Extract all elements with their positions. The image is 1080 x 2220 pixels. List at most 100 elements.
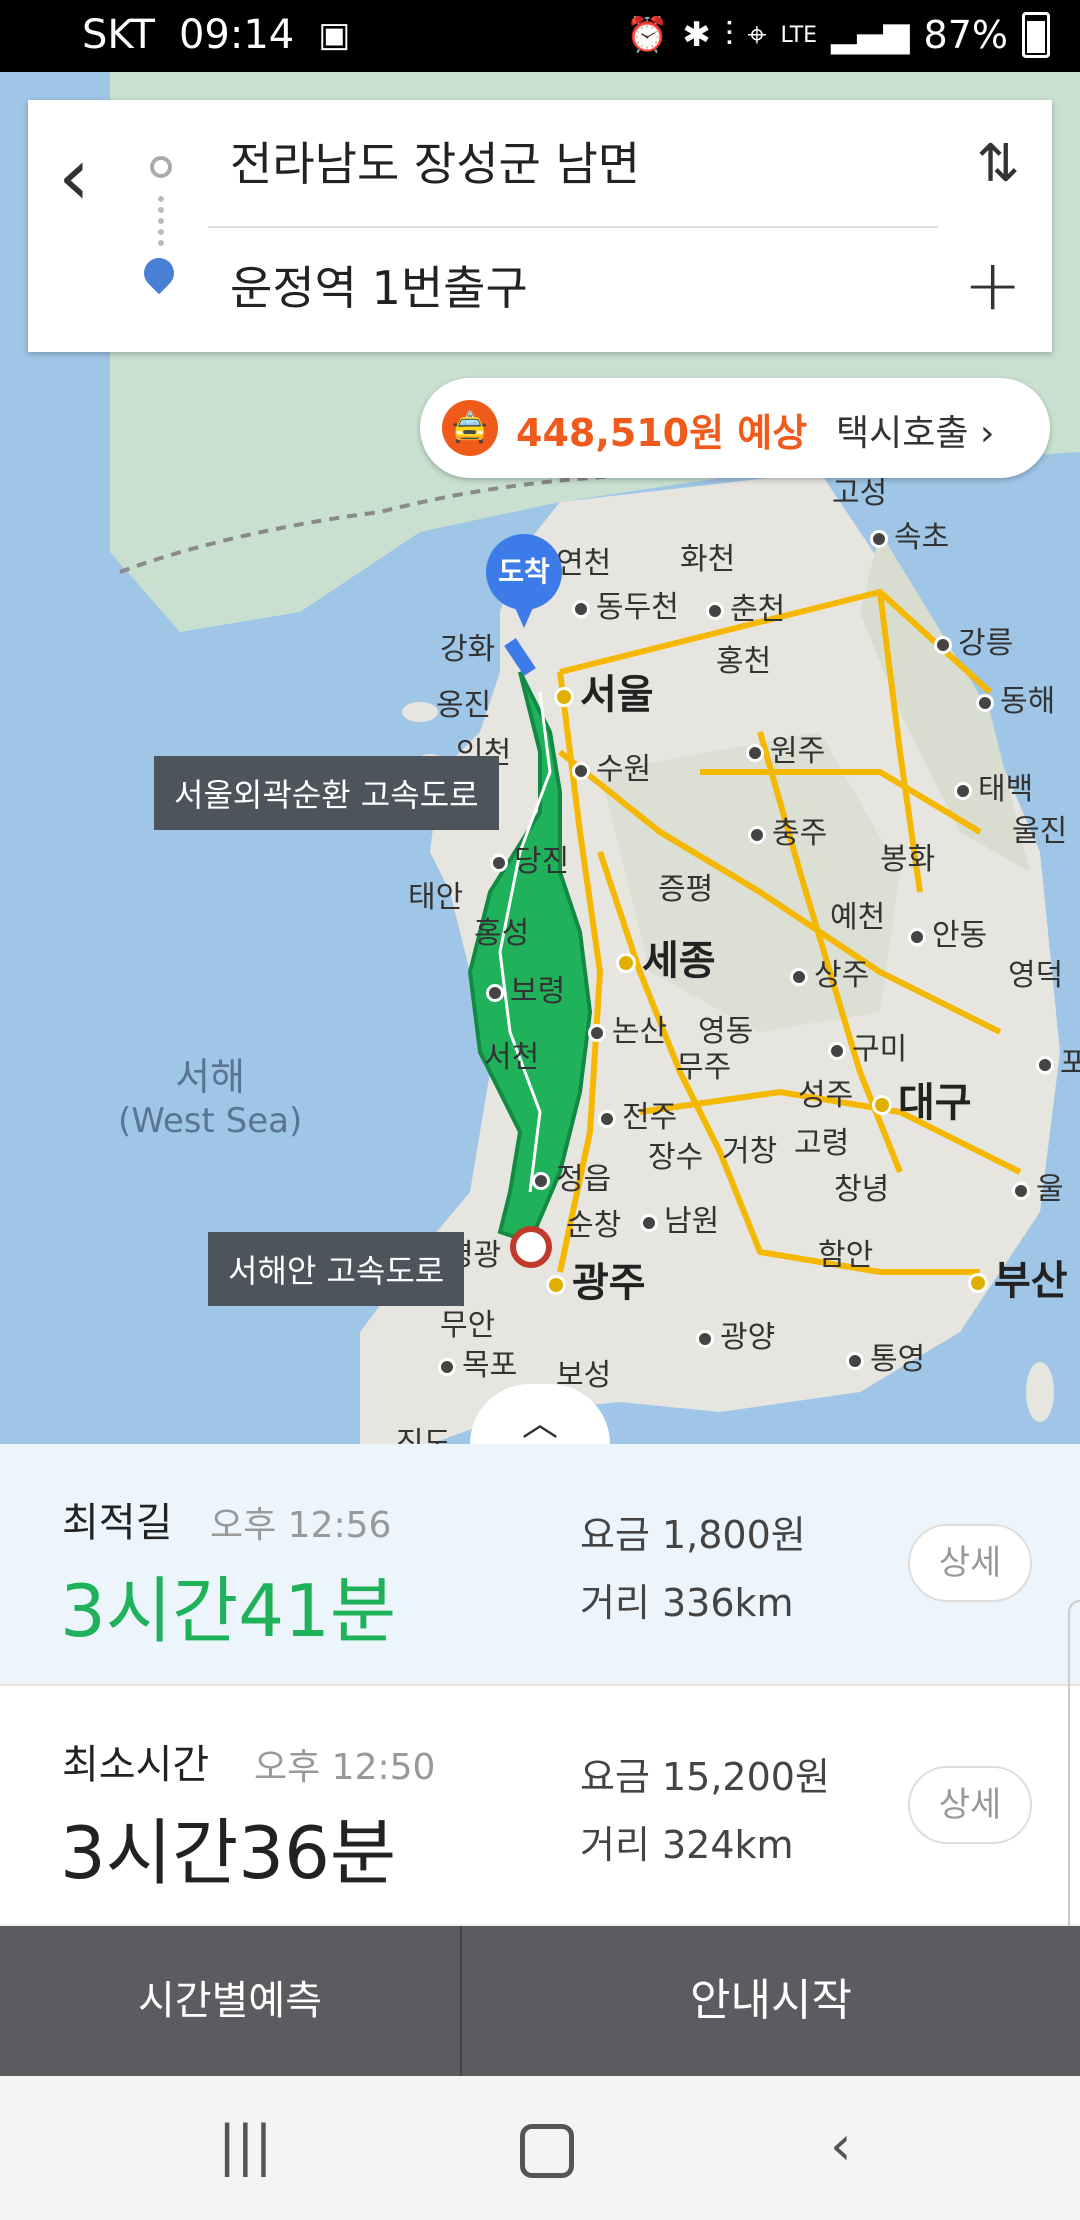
city-nonsan: 논산 (588, 1006, 667, 1050)
city-ulsan: 울 (1012, 1164, 1064, 1208)
city-haman: 함안 (818, 1238, 874, 1273)
city-sejong: 세종 (616, 928, 716, 986)
chevron-left-icon: ‹ (58, 130, 90, 223)
origin-marker[interactable] (510, 1226, 552, 1268)
city-sunchang: 순창 (566, 1208, 622, 1243)
city-muan: 무안 (440, 1308, 496, 1343)
pin-tail (508, 592, 540, 628)
swap-arrows-icon: ⇅ (976, 134, 1020, 194)
city-seocheon: 서천 (484, 1040, 540, 1075)
city-andong: 안동 (908, 910, 987, 954)
destination-field[interactable]: 운정역 1번출구 (230, 252, 528, 318)
chevron-up-icon: ︿ (521, 1403, 558, 1444)
city-busan: 부산 (968, 1248, 1068, 1306)
vibrate-icon: ⫶ (724, 15, 734, 55)
destination-pin-icon (137, 251, 181, 295)
city-sokcho: 속초 (870, 512, 949, 556)
city-donghae: 동해 (976, 676, 1055, 720)
recent-apps-icon[interactable]: ||| (218, 2114, 273, 2177)
taxi-price: 448,510원 예상 (516, 411, 808, 455)
city-gwangyang: 광양 (696, 1312, 775, 1356)
city-chungju: 충주 (748, 808, 827, 852)
route-dots (158, 196, 170, 246)
city-uljin: 울진 (1012, 814, 1068, 849)
city-gumi: 구미 (828, 1024, 907, 1068)
city-hongcheon: 홍천 (716, 644, 772, 679)
location-icon: ⌖ (747, 15, 767, 55)
city-seoul: 서울 (554, 662, 654, 720)
city-yeoncheon: 연천 (556, 546, 612, 581)
field-divider (208, 226, 938, 228)
arrival-time: 오후 12:50 (254, 1747, 436, 1788)
scroll-indicator[interactable] (1068, 1600, 1080, 1974)
taxi-call-button[interactable]: 택시호출 › (836, 404, 994, 456)
network-type: LTE (780, 22, 818, 48)
city-jeonju: 전주 (598, 1092, 677, 1136)
route-fee: 요금 1,800원 (580, 1513, 806, 1557)
city-jindo: 진도 (396, 1426, 452, 1444)
route-duration: 3시간36분 (60, 1811, 397, 1895)
city-jeungpyeong: 증평 (658, 872, 714, 907)
city-ongjin: 옹진 (436, 688, 492, 723)
city-gwangju: 광주 (546, 1250, 646, 1308)
signal-icon: ▂▄▆ (831, 15, 910, 55)
city-dangjin: 당진 (490, 836, 569, 880)
city-hongseong: 홍성 (474, 916, 530, 951)
city-suwon: 수원 (572, 744, 651, 788)
route-option-optimal[interactable]: 최적길 오후 12:56 3시간41분 요금 1,800원 거리 336km 상… (0, 1444, 1080, 1682)
city-muju: 무주 (676, 1050, 732, 1085)
city-boryeong: 보령 (486, 966, 565, 1010)
route-fee: 요금 15,200원 (580, 1755, 830, 1799)
origin-dot-icon (150, 156, 172, 178)
city-gangneung: 강릉 (934, 618, 1013, 662)
chevron-right-icon: › (979, 413, 995, 454)
arrival-pin[interactable]: 도착 (486, 534, 562, 632)
time-forecast-button[interactable]: 시간별예측 (0, 1926, 462, 2076)
city-hwacheon: 화천 (680, 542, 736, 577)
city-taebaek: 태백 (954, 764, 1033, 808)
city-yecheon: 예천 (830, 900, 886, 935)
city-jeongeup: 정읍 (532, 1154, 611, 1198)
swap-locations-button[interactable]: ⇅ (976, 134, 1020, 194)
road-label-seoul-ring[interactable]: 서울외곽순환 고속도로 (154, 756, 499, 830)
bluetooth-icon: ✱ (682, 15, 711, 55)
city-sangju: 상주 (790, 950, 869, 994)
add-waypoint-button[interactable]: + (963, 250, 1022, 320)
city-chuncheon: 춘천 (706, 584, 785, 628)
detail-button[interactable]: 상세 (908, 1766, 1032, 1844)
city-seongju: 성주 (798, 1078, 854, 1113)
battery-percent: 87% (923, 13, 1008, 57)
city-namwon: 남원 (640, 1196, 719, 1240)
plus-icon: + (963, 244, 1022, 326)
detail-button[interactable]: 상세 (908, 1524, 1032, 1602)
route-type: 최소시간 (62, 1742, 210, 1788)
alarm-icon: ⏰ (626, 15, 669, 55)
route-search-card: ‹ 전라남도 장성군 남면 운정역 1번출구 ⇅ + (28, 100, 1052, 352)
action-bar: 시간별예측 안내시작 (0, 1926, 1080, 2076)
route-duration: 3시간41분 (60, 1569, 397, 1653)
route-option-fastest[interactable]: 최소시간 오후 12:50 3시간36분 요금 15,200원 거리 324km… (0, 1684, 1080, 1924)
image-notification-icon: ▣ (318, 15, 351, 55)
status-bar: SKT 09:14 ▣ ⏰ ✱ ⫶ ⌖ LTE ▂▄▆ 87% (0, 0, 1080, 72)
city-daegu: 대구 (872, 1070, 972, 1128)
city-pohang: 포 (1036, 1038, 1080, 1082)
city-goryeong: 고령 (794, 1126, 850, 1161)
city-tongyeong: 통영 (846, 1334, 925, 1378)
back-nav-icon[interactable]: ‹ (830, 2114, 852, 2177)
sea-label: 서해 (West Sea) (118, 1055, 303, 1141)
home-icon[interactable] (520, 2124, 574, 2178)
arrival-time: 오후 12:56 (210, 1505, 392, 1546)
taxi-estimate-pill[interactable]: 🚖 448,510원 예상 택시호출 › (420, 378, 1050, 478)
start-location-field[interactable]: 전라남도 장성군 남면 (230, 128, 640, 194)
city-jangsu: 장수 (648, 1140, 704, 1175)
city-yeongdeok: 영덕 (1008, 958, 1064, 993)
system-nav-bar: ||| ‹ (0, 2076, 1080, 2220)
route-type: 최적길 (62, 1500, 173, 1546)
back-button[interactable]: ‹ (58, 122, 138, 232)
start-guidance-button[interactable]: 안내시작 (462, 1926, 1080, 2076)
road-label-west-coast[interactable]: 서해안 고속도로 (208, 1232, 465, 1306)
city-wonju: 원주 (746, 726, 825, 770)
battery-icon (1022, 12, 1050, 58)
city-mokpo: 목포 (438, 1340, 517, 1384)
clock: 09:14 (178, 12, 295, 58)
